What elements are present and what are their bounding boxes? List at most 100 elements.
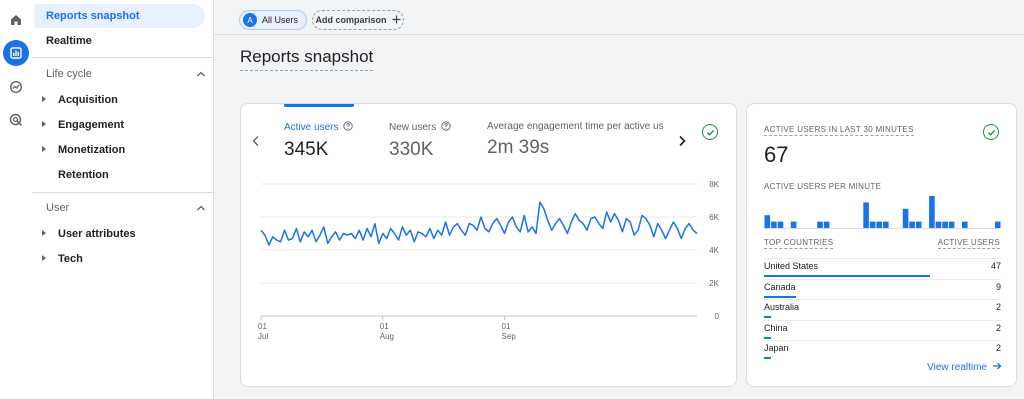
expand-arrow-icon[interactable] [42,121,46,127]
metric-new-users[interactable]: New users 330K [389,121,451,161]
expand-arrow-icon[interactable] [42,255,46,261]
realtime-card: ACTIVE USERS IN LAST 30 MINUTES 67 ACTIV… [746,103,1017,387]
x-tick-day: 01 [502,322,511,331]
per-minute-bar[interactable] [883,221,889,228]
active-metric-indicator [284,104,354,107]
top-countries-header: TOP COUNTRIES [764,238,834,249]
y-tick-label: 2K [709,279,719,288]
per-minute-bar[interactable] [764,215,771,228]
active-users-line-chart: 8K6K4K2K001Jul01Aug01Sep [258,180,720,341]
per-minute-bar-chart [764,196,1001,229]
row-divider [764,278,1001,280]
view-realtime-link[interactable]: View realtime [927,361,1002,374]
country-name: China [764,322,788,333]
expand-arrow-icon[interactable] [42,96,46,102]
sidebar-item-tech[interactable]: Tech [34,247,205,271]
per-minute-bar[interactable] [771,221,777,228]
y-tick-label: 0 [715,312,720,321]
per-minute-bar[interactable] [909,221,915,228]
chevron-up-icon[interactable] [196,69,206,81]
expand-arrow-icon[interactable] [42,146,46,152]
check-circle-icon [702,124,718,140]
sidebar-item-user-attributes[interactable]: User attributes [34,222,205,246]
icon-rail [0,0,32,399]
per-minute-bar[interactable] [790,221,797,228]
per-minute-bar[interactable] [935,221,942,228]
per-minute-label: ACTIVE USERS PER MINUTE [764,182,882,191]
comparison-avatar: A [243,13,257,27]
country-name: United States [764,261,819,271]
sidebar-nav: Reports snapshot Realtime Life cycle Acq… [32,0,214,399]
active-users-header: ACTIVE USERS [937,238,1000,249]
x-tick-month: Jul [258,332,268,341]
country-name: Australia [764,302,800,312]
chevron-left-icon[interactable] [251,134,261,152]
per-minute-bar[interactable] [817,221,823,228]
country-active-users: 2 [995,343,1001,353]
country-active-users: 47 [990,261,1001,271]
advertising-icon[interactable] [3,107,29,133]
metric-avg-engagement-time[interactable]: Average engagement time per active us 2m… [487,121,671,159]
y-tick-label: 8K [709,180,719,189]
x-tick-day: 01 [380,322,389,331]
country-share-bar [764,336,771,339]
add-comparison-label: Add comparison [315,15,387,25]
sidebar-item-engagement[interactable]: Engagement [34,113,205,137]
sidebar-item-label: Engagement [58,119,125,131]
chevron-up-icon[interactable] [196,203,206,215]
x-tick-day: 01 [258,322,267,331]
section-user[interactable]: User [46,202,206,214]
row-divider [764,299,1001,300]
sidebar-item-realtime[interactable]: Realtime [34,29,205,53]
per-minute-bar[interactable] [863,202,869,228]
country-row: Japan 2 [764,340,1001,361]
country-share-bar [764,357,771,359]
realtime-title: ACTIVE USERS IN LAST 30 MINUTES [764,125,914,136]
plus-icon [392,15,401,26]
chevron-right-icon[interactable] [677,134,687,152]
sidebar-item-label: Acquisition [58,94,118,106]
sidebar-item-reports-snapshot[interactable]: Reports snapshot [34,4,205,28]
per-minute-bar[interactable] [915,221,922,228]
per-minute-bar[interactable] [994,221,1001,228]
sidebar-item-monetization[interactable]: Monetization [34,138,205,162]
sidebar-item-label: Retention [58,169,109,181]
country-share-bar [764,316,771,318]
country-name: Japan [764,343,789,353]
per-minute-bar[interactable] [902,208,909,228]
sidebar-item-retention[interactable]: Retention [34,163,205,187]
sidebar-item-label: Tech [58,253,83,265]
help-icon[interactable] [343,121,354,134]
x-tick-month: Sep [502,332,517,341]
help-icon[interactable] [441,121,451,134]
per-minute-bar[interactable] [869,221,876,228]
explore-icon[interactable] [3,74,29,100]
row-divider [764,319,1001,321]
sidebar-item-label: User attributes [58,228,136,240]
per-minute-bar[interactable] [948,221,955,228]
country-name: Canada [764,281,796,292]
sidebar-item-acquisition[interactable]: Acquisition [34,88,205,112]
country-row: Australia 2 [764,299,1001,320]
sidebar-item-label: Monetization [58,144,126,156]
per-minute-bar[interactable] [942,221,948,228]
arrow-right-icon [992,361,1002,374]
per-minute-bar[interactable] [777,221,784,228]
metric-active-users[interactable]: Active users 345K [284,121,354,161]
country-row: China 2 [764,319,1001,341]
add-comparison-button[interactable]: Add comparison [312,10,404,30]
comparison-chip-label: All Users [262,15,299,25]
reports-icon[interactable] [3,40,29,66]
sidebar-item-label: Reports snapshot [46,10,140,22]
per-minute-bar[interactable] [876,221,882,228]
expand-arrow-icon[interactable] [42,230,46,236]
section-life-cycle[interactable]: Life cycle [46,68,206,80]
home-icon[interactable] [3,7,29,33]
country-active-users: 9 [995,281,1001,292]
per-minute-bar[interactable] [823,221,830,228]
country-share-bar [764,295,796,298]
per-minute-bar[interactable] [929,196,935,228]
country-active-users: 2 [995,302,1001,312]
per-minute-bar[interactable] [962,221,968,228]
comparison-chip-all-users[interactable]: A All Users [239,10,308,30]
